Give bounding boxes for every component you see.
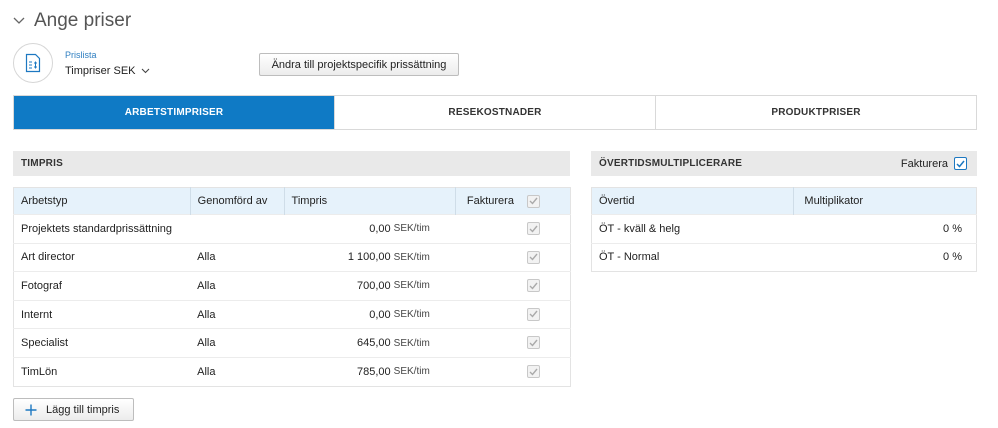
row-genomford: Alla: [190, 299, 285, 329]
chevron-down-icon[interactable]: [12, 14, 26, 28]
row-multiplikator: 0 %: [793, 242, 977, 272]
row-unit: SEK/tim: [393, 356, 456, 387]
fakturera-all-checkbox[interactable]: [527, 194, 540, 208]
table-row[interactable]: Fotograf Alla 700,00 SEK/tim: [13, 271, 571, 301]
add-timpris-button[interactable]: Lägg till timpris: [13, 398, 134, 421]
row-overtid-name: ÖT - kväll & helg: [591, 214, 794, 244]
row-arbetstyp: Projektets standardprissättning: [13, 214, 191, 244]
row-arbetstyp: Art director: [13, 242, 191, 272]
row-genomford: [190, 214, 285, 244]
row-fakturera-checkbox[interactable]: [527, 250, 540, 264]
table-header-row: Övertid Multiplikator: [591, 187, 977, 215]
row-multiplikator: 0 %: [793, 214, 977, 244]
add-timpris-label: Lägg till timpris: [46, 403, 120, 416]
row-price: 645,00: [284, 328, 394, 358]
row-fakturera-checkbox[interactable]: [527, 365, 540, 379]
table-row[interactable]: Projektets standardprissättning 0,00 SEK…: [13, 214, 571, 244]
row-fakturera-checkbox[interactable]: [527, 279, 540, 293]
pricelist-value: Timpriser SEK: [65, 65, 136, 77]
overtid-table: Övertid Multiplikator ÖT - kväll & helg …: [591, 187, 977, 273]
row-arbetstyp: TimLön: [13, 356, 191, 387]
change-to-project-pricing-button[interactable]: Ändra till projektspecifik prissättning: [259, 53, 459, 76]
row-fakturera-checkbox[interactable]: [527, 307, 540, 321]
row-overtid-name: ÖT - Normal: [591, 242, 794, 272]
pricelist-dropdown[interactable]: Timpriser SEK: [65, 65, 150, 77]
col-timpris[interactable]: Timpris: [284, 187, 457, 215]
col-genomford-av[interactable]: Genomförd av: [190, 187, 285, 215]
table-header-row: Arbetstyp Genomförd av Timpris Fakturera: [13, 187, 571, 215]
row-unit: SEK/tim: [393, 328, 456, 358]
tab-resekostnader[interactable]: RESEKOSTNADER: [335, 96, 656, 129]
row-genomford: Alla: [190, 328, 285, 358]
row-unit: SEK/tim: [393, 271, 456, 301]
row-unit: SEK/tim: [393, 299, 456, 329]
overtid-fakturera[interactable]: Fakturera: [901, 157, 967, 170]
plus-icon: [25, 404, 37, 416]
col-fakturera: Fakturera: [455, 187, 571, 215]
overtid-fakturera-label: Fakturera: [900, 157, 948, 170]
col-arbetstyp[interactable]: Arbetstyp: [13, 187, 191, 215]
col-overtid[interactable]: Övertid: [591, 187, 795, 215]
table-row[interactable]: Specialist Alla 645,00 SEK/tim: [13, 328, 571, 358]
row-price: 785,00: [284, 356, 394, 387]
col-fakturera-label: Fakturera: [466, 195, 514, 207]
table-row[interactable]: ÖT - Normal 0 %: [591, 242, 977, 272]
table-row[interactable]: Art director Alla 1 100,00 SEK/tim: [13, 242, 571, 272]
row-genomford: Alla: [190, 271, 285, 301]
row-genomford: Alla: [190, 242, 285, 272]
tab-arbetstimpriser[interactable]: ARBETSTIMPRISER: [14, 96, 335, 129]
row-arbetstyp: Specialist: [13, 328, 191, 358]
pricelist-label: Prislista: [65, 50, 97, 60]
col-multiplikator[interactable]: Multiplikator: [793, 187, 977, 215]
row-fakturera-checkbox[interactable]: [527, 336, 540, 350]
row-arbetstyp: Fotograf: [13, 271, 191, 301]
overtid-header: ÖVERTIDSMULTIPLICERARE Fakturera: [591, 151, 977, 176]
row-fakturera-checkbox[interactable]: [527, 222, 540, 236]
timpris-table: Arbetstyp Genomförd av Timpris Fakturera…: [13, 187, 571, 387]
row-unit: SEK/tim: [393, 242, 456, 272]
price-tabs: ARBETSTIMPRISER RESEKOSTNADER PRODUKTPRI…: [13, 95, 977, 130]
row-price: 1 100,00: [284, 242, 394, 272]
table-row[interactable]: ÖT - kväll & helg 0 %: [591, 214, 977, 244]
price-document-icon: [13, 43, 53, 83]
tab-produktpriser[interactable]: PRODUKTPRISER: [656, 96, 976, 129]
row-price: 700,00: [284, 271, 394, 301]
timpris-header: TIMPRIS: [13, 151, 570, 176]
row-unit: SEK/tim: [393, 214, 456, 244]
chevron-down-icon: [141, 68, 150, 74]
table-row[interactable]: TimLön Alla 785,00 SEK/tim: [13, 356, 571, 387]
overtid-title: ÖVERTIDSMULTIPLICERARE: [599, 158, 743, 169]
overtid-fakturera-checkbox[interactable]: [954, 157, 967, 170]
row-price: 0,00: [284, 299, 394, 329]
row-arbetstyp: Internt: [13, 299, 191, 329]
page-title: Ange priser: [34, 10, 132, 31]
table-row[interactable]: Internt Alla 0,00 SEK/tim: [13, 299, 571, 329]
row-price: 0,00: [284, 214, 394, 244]
row-genomford: Alla: [190, 356, 285, 387]
section-title-row[interactable]: Ange priser: [12, 9, 131, 33]
